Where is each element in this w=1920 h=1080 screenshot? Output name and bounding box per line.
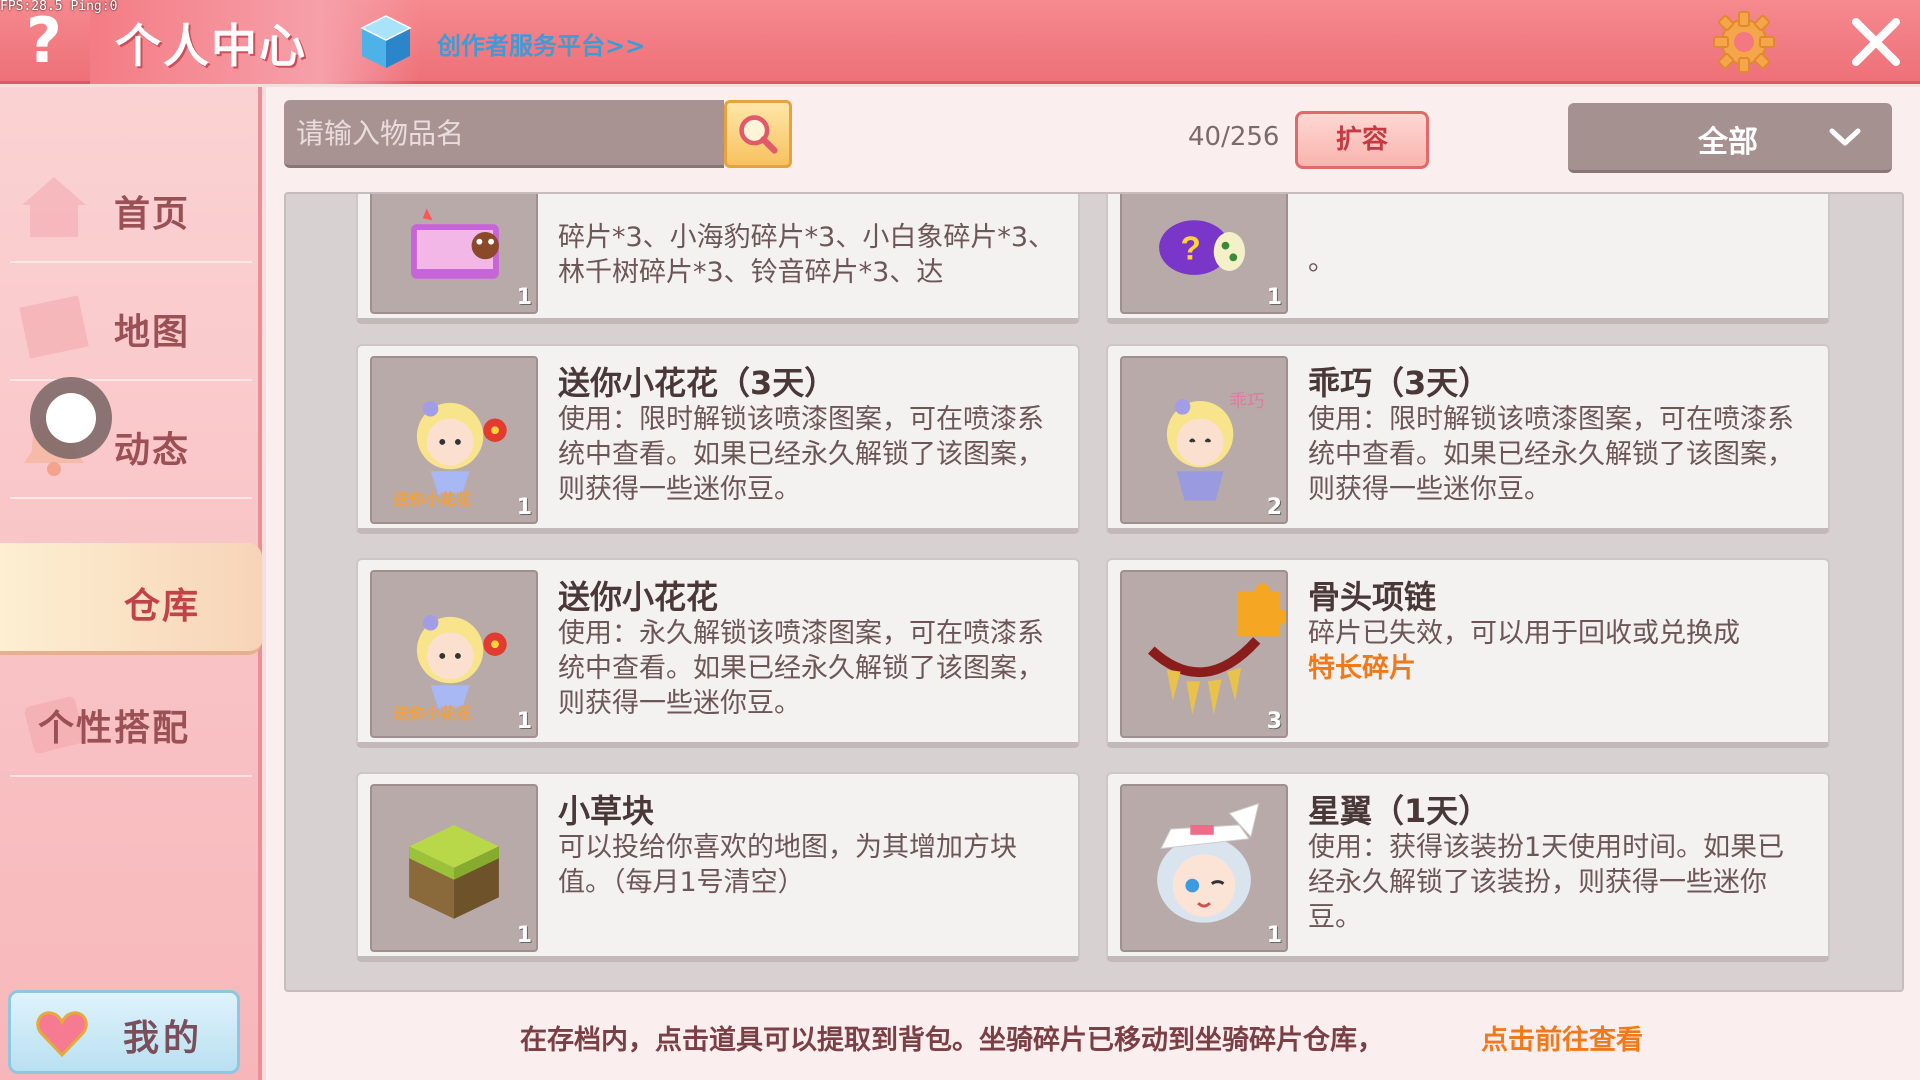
item-name: 星翼（1天） [1308,792,1491,830]
heart-icon [36,1011,88,1057]
item-name: 小草块 [558,792,655,830]
item-card[interactable]: 乖巧 2 乖巧（3天） 使用：限时解锁该喷漆图案，可在喷漆系统中查看。如果已经永… [1106,344,1830,534]
item-description: 使用：获得该装扮1天使用时间。如果已经永久解锁了该装扮，则获得一些迷你豆。 [1308,832,1785,933]
item-count: 1 [1266,285,1282,310]
item-description: 可以投给你喜欢的地图，为其增加方块值。（每月1号清空） [558,832,1017,898]
anime-avatar-icon: 1 [1120,784,1288,952]
item-card[interactable]: ? 1 。 [1106,194,1830,324]
item-name: 乖巧（3天） [1308,364,1491,402]
sidebar-item-label: 首页 [113,194,190,235]
gear-icon[interactable] [1712,10,1776,74]
mystery-bag-icon: ? 1 [1120,194,1288,314]
cute-girl-sticker-icon: 乖巧 2 [1120,356,1288,524]
item-card[interactable]: 送你小花花 1 送你小花花（3天） 使用：限时解锁该喷漆图案，可在喷漆系统中查看… [356,344,1080,534]
item-count: 1 [516,495,532,520]
item-description: 使用：限时解锁该喷漆图案，可在喷漆系统中查看。如果已经永久解锁了该图案，则获得一… [1308,404,1794,505]
item-name: 送你小花花（3天） [558,364,837,402]
sidebar-item-home[interactable]: 首页 [10,151,252,263]
item-name: 骨头项链 [1308,578,1437,616]
item-name: 送你小花花 [558,578,719,616]
item-description: 使用：永久解锁该喷漆图案，可在喷漆系统中查看。如果已经永久解锁了该图案，则获得一… [558,618,1044,719]
mine-button[interactable]: 我的 [8,990,240,1074]
item-card[interactable]: 3 骨头项链 碎片已失效，可以用于回收或兑换成 特长碎片 [1106,558,1830,748]
grass-block-icon: 1 [370,784,538,952]
item-card[interactable]: 送你小花花 1 送你小花花 使用：永久解锁该喷漆图案，可在喷漆系统中查看。如果已… [356,558,1080,748]
page-title: 个人中心 [115,19,307,73]
item-count: 1 [516,709,532,734]
item-grid[interactable]: 1 碎片*3、小海豹碎片*3、小白象碎片*3、林千树碎片*3、铃音碎片*3、达 … [284,192,1904,992]
item-description-text: 碎片已失效，可以用于回收或兑换成 [1308,618,1740,649]
item-count: 1 [1266,923,1282,948]
sidebar-item-label: 仓库 [123,586,200,627]
capacity-counter: 40/256 [1188,122,1280,152]
sidebar-item-label: 地图 [113,312,190,353]
fps-overlay: FPS:28.5 Ping:0 [0,0,118,14]
search-button[interactable] [724,100,792,168]
sidebar-item-warehouse[interactable]: 仓库 [0,543,262,655]
footer-link[interactable]: 点击前往查看 [1481,1018,1643,1057]
svg-text:?: ? [1181,230,1201,267]
sidebar-item-label: 个性搭配 [37,708,190,749]
flower-girl-sticker-icon: 送你小花花 1 [370,356,538,524]
top-bar: ? 个人中心 创作者服务平台>> [0,0,1920,84]
sidebar-item-outfit[interactable]: 个性搭配 [10,665,252,777]
item-card[interactable]: 1 碎片*3、小海豹碎片*3、小白象碎片*3、林千树碎片*3、铃音碎片*3、达 [356,194,1080,324]
item-description: 使用：限时解锁该喷漆图案，可在喷漆系统中查看。如果已经永久解锁了该图案，则获得一… [558,404,1044,505]
item-description: 碎片已失效，可以用于回收或兑换成 特长碎片 [1308,616,1808,686]
creator-platform-link[interactable]: 创作者服务平台>> [437,26,645,61]
item-count: 2 [1266,495,1282,520]
expand-button[interactable]: 扩容 [1295,111,1429,169]
svg-text:乖巧: 乖巧 [1229,391,1264,411]
cube-icon[interactable] [360,14,412,70]
help-button[interactable]: ? [18,8,70,74]
search-input[interactable] [296,112,706,156]
sidebar: 首页 地图 动态 仓库 个性搭配 我的 [0,87,262,1080]
item-description: 碎片*3、小海豹碎片*3、小白象碎片*3、林千树碎片*3、铃音碎片*3、达 [558,222,1056,288]
svg-text:送你小花花: 送你小花花 [392,703,471,722]
item-card[interactable]: 1 星翼（1天） 使用：获得该装扮1天使用时间。如果已经永久解锁了该装扮，则获得… [1106,772,1830,962]
item-count: 3 [1266,709,1282,734]
item-description: 。 [1308,246,1335,277]
footer-tip: 在存档内，点击道具可以提取到背包。坐骑碎片已移动到坐骑碎片仓库， [520,1025,1384,1056]
mine-label: 我的 [123,1018,204,1059]
filter-selected-value: 全部 [1698,125,1758,160]
search-box[interactable] [284,100,724,168]
sidebar-item-label: 动态 [113,430,190,471]
flower-girl-sticker-icon: 送你小花花 1 [370,570,538,738]
gift-box-icon: 1 [370,194,538,314]
search-icon [739,115,778,154]
chevron-down-icon [1829,128,1861,146]
filter-dropdown[interactable]: 全部 [1568,103,1892,173]
bone-necklace-icon: 3 [1120,570,1288,738]
sidebar-item-map[interactable]: 地图 [10,269,252,381]
item-count: 1 [516,923,532,948]
item-card[interactable]: 1 小草块 可以投给你喜欢的地图，为其增加方块值。（每月1号清空） [356,772,1080,962]
joystick-overlay[interactable] [30,377,112,459]
house-icon [22,177,86,237]
item-count: 1 [516,285,532,310]
item-highlight-text: 特长碎片 [1308,653,1416,684]
map-icon [19,295,89,359]
close-icon[interactable] [1848,14,1904,70]
svg-text:送你小花花: 送你小花花 [392,489,471,508]
